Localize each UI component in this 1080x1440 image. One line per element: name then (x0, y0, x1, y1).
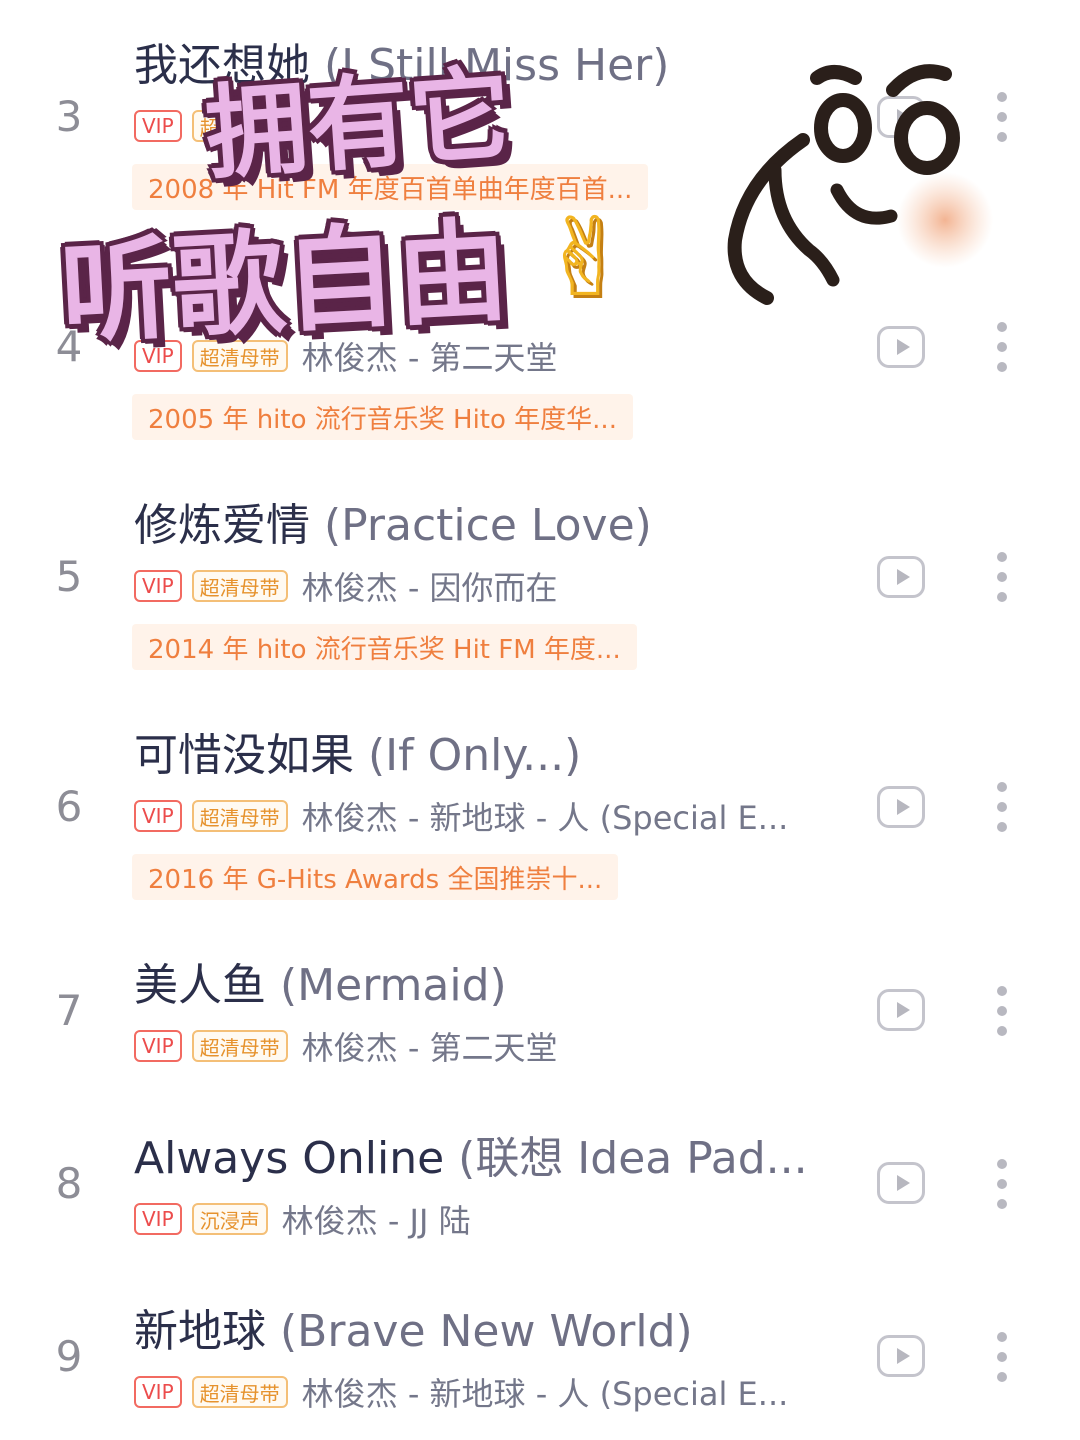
song-meta: VIP 超清母带 林俊杰 - 因你而在 (134, 566, 558, 607)
song-title-main: 可惜没如果 (134, 730, 354, 781)
play-icon (897, 1348, 910, 1364)
artist-album: 林俊杰 - 新地球 - 人 (Special E... (301, 1375, 789, 1413)
song-rank: 4 (55, 322, 83, 371)
play-icon (897, 1175, 910, 1191)
artist-album: 林俊杰 - 第二天堂 (301, 1029, 558, 1067)
song-meta: VIP 沉浸声 林俊杰 - JJ 陆 (134, 1199, 471, 1240)
quality-badge: 超清母带 (191, 1030, 288, 1062)
vip-badge: VIP (134, 570, 182, 602)
song-rank: 7 (55, 986, 83, 1035)
artist-album: 林俊杰 - 因你而在 (301, 569, 558, 607)
song-title: 可惜没如果 (If Only...) (134, 726, 581, 786)
vip-badge: VIP (134, 1203, 182, 1235)
song-title-alt: (Brave New World) (280, 1306, 693, 1357)
song-title-main: 美人鱼 (134, 960, 266, 1011)
more-icon (997, 1159, 1007, 1169)
song-rank: 9 (55, 1332, 83, 1381)
song-row[interactable]: 5 修炼爱情 (Practice Love) VIP 超清母带 林俊杰 - 因你… (0, 496, 1080, 686)
song-meta: VIP 超清母带 林俊杰 - 第二天堂 (134, 336, 558, 377)
vip-badge: VIP (134, 1376, 182, 1408)
song-rank: 6 (55, 782, 83, 831)
quality-badge: 超清母带 (191, 800, 288, 832)
more-options-button[interactable] (992, 782, 1012, 834)
award-tag[interactable]: 2014 年 hito 流行音乐奖 Hit FM 年度... (132, 624, 637, 670)
vip-badge: VIP (134, 110, 182, 142)
more-options-button[interactable] (992, 986, 1012, 1038)
more-options-button[interactable] (992, 552, 1012, 604)
song-title: 修炼爱情 (Practice Love) (134, 496, 652, 556)
artist-album: 林俊杰 - 新地球 - 人 (Special E... (301, 799, 789, 837)
song-title: Always Online (联想 Idea Pad... (134, 1129, 808, 1189)
song-title-main: 我还想她 (134, 40, 310, 91)
play-button[interactable] (877, 786, 925, 828)
song-rank: 3 (55, 92, 83, 141)
song-title-main: 修炼爱情 (134, 500, 310, 551)
play-icon (897, 339, 910, 355)
quality-badge: 超清母带 (191, 1376, 288, 1408)
song-meta: VIP 超清母带 (134, 106, 302, 146)
song-title: 新地球 (Brave New World) (134, 1302, 693, 1362)
hair-curl-stroke (768, 163, 840, 287)
artist-album: 林俊杰 - JJ 陆 (281, 1202, 471, 1240)
play-button[interactable] (877, 1162, 925, 1204)
more-icon (997, 986, 1007, 996)
song-title-alt: (Mermaid) (280, 960, 507, 1011)
quality-badge: 超清母带 (191, 110, 288, 142)
play-icon (897, 799, 910, 815)
song-title-main: Always Online (134, 1133, 445, 1184)
song-row[interactable]: 8 Always Online (联想 Idea Pad... VIP 沉浸声 … (0, 1129, 1080, 1249)
play-button[interactable] (877, 989, 925, 1031)
play-button[interactable] (877, 556, 925, 598)
award-tag[interactable]: 2008 年 Hit FM 年度百首单曲年度百首... (132, 164, 649, 210)
award-tag[interactable]: 2005 年 hito 流行音乐奖 Hito 年度华... (132, 394, 633, 440)
more-options-button[interactable] (992, 1159, 1012, 1211)
quality-badge: 超清母带 (191, 570, 288, 602)
song-title-alt: (If Only...) (368, 730, 582, 781)
play-button[interactable] (877, 326, 925, 368)
left-brow-stroke (810, 65, 862, 85)
award-tag[interactable]: 2016 年 G-Hits Awards 全国推崇十... (132, 854, 619, 900)
song-meta: VIP 超清母带 林俊杰 - 新地球 - 人 (Special E... (134, 1372, 789, 1413)
more-icon (997, 1332, 1007, 1342)
right-brow-stroke (886, 64, 952, 97)
blush-mark (897, 172, 993, 268)
song-title-alt: (联想 Idea Pad... (458, 1133, 808, 1184)
song-title-alt: (Practice Love) (324, 500, 652, 551)
artist-album: 林俊杰 - 第二天堂 (301, 339, 558, 377)
song-row[interactable]: 9 新地球 (Brave New World) VIP 超清母带 林俊杰 - 新… (0, 1302, 1080, 1422)
song-row[interactable]: 6 可惜没如果 (If Only...) VIP 超清母带 林俊杰 - 新地球 … (0, 726, 1080, 916)
immersive-badge: 沉浸声 (191, 1203, 268, 1235)
song-rank: 5 (55, 552, 83, 601)
face-contour-stroke (727, 133, 810, 305)
face-doodle-sticker (727, 64, 993, 305)
more-icon (997, 552, 1007, 562)
vip-badge: VIP (134, 340, 182, 372)
left-eye (814, 93, 872, 163)
chin-stroke (830, 183, 898, 225)
song-title: 我还想她 (I Still Miss Her) (134, 36, 669, 96)
vip-badge: VIP (134, 1030, 182, 1062)
song-rank: 8 (55, 1159, 83, 1208)
play-icon (897, 569, 910, 585)
song-title-alt: (I Still Miss Her) (324, 40, 670, 91)
more-icon (997, 782, 1007, 792)
vip-badge: VIP (134, 800, 182, 832)
song-meta: VIP 超清母带 林俊杰 - 第二天堂 (134, 1026, 558, 1067)
song-title-main: 新地球 (134, 1306, 266, 1357)
song-title: 美人鱼 (Mermaid) (134, 956, 507, 1016)
more-options-button[interactable] (992, 1332, 1012, 1384)
play-icon (897, 1002, 910, 1018)
song-row[interactable]: 7 美人鱼 (Mermaid) VIP 超清母带 林俊杰 - 第二天堂 (0, 956, 1080, 1076)
right-eye (894, 101, 960, 175)
song-meta: VIP 超清母带 林俊杰 - 新地球 - 人 (Special E... (134, 796, 789, 837)
play-button[interactable] (877, 1335, 925, 1377)
quality-badge: 超清母带 (191, 340, 288, 372)
